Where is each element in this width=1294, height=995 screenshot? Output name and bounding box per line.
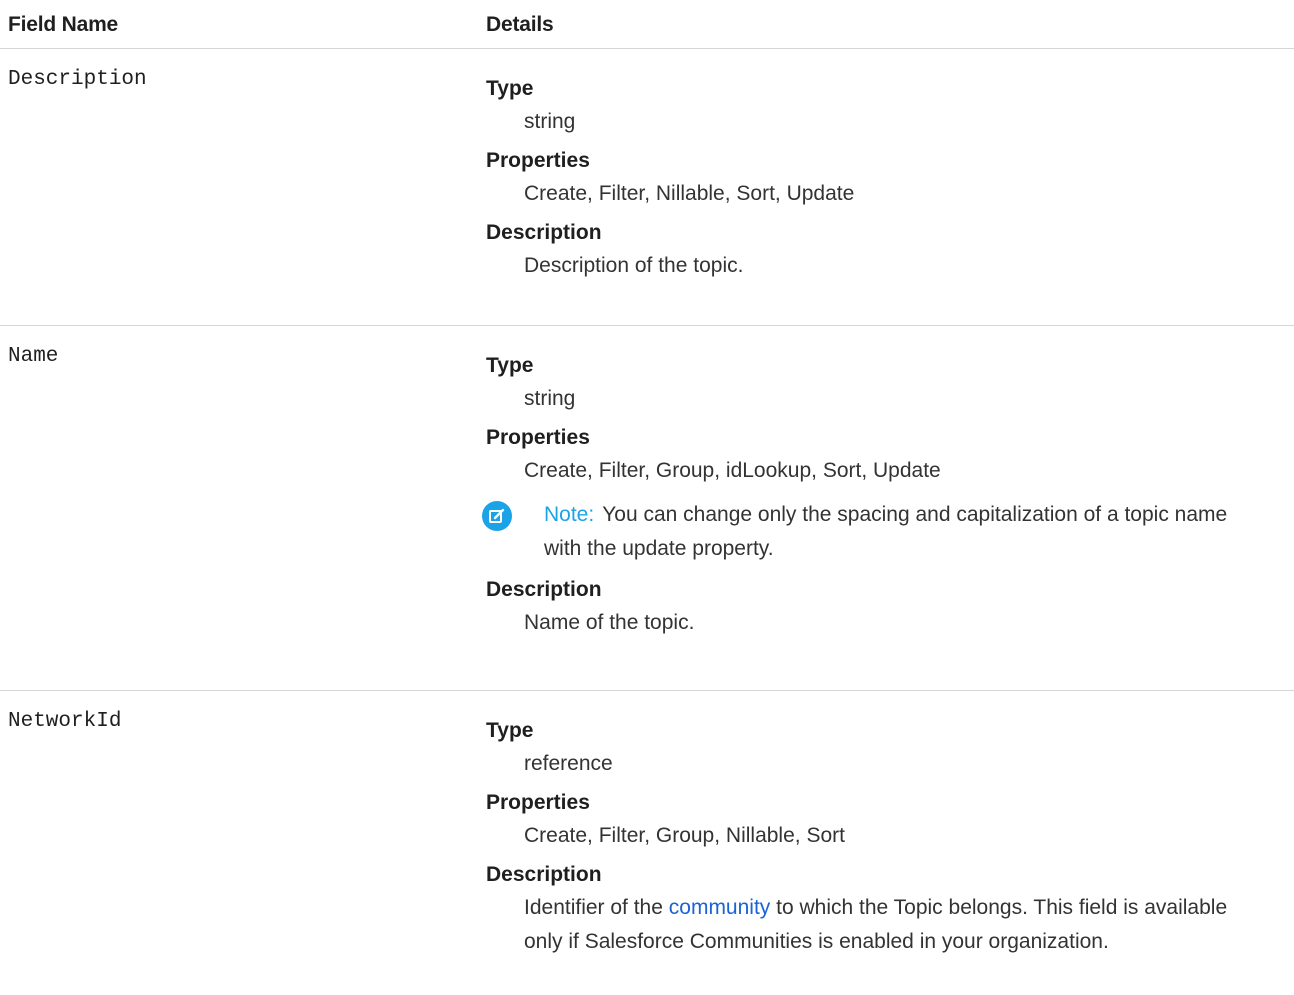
properties-value: Create, Filter, Group, Nillable, Sort <box>524 824 845 847</box>
properties-label: Properties <box>486 149 590 172</box>
note-label: Note: <box>544 503 595 526</box>
details-cell: Type reference Properties Create, Filter… <box>486 719 1266 969</box>
table-row: NetworkId Type reference Properties Crea… <box>0 691 1294 995</box>
community-link[interactable]: community <box>669 896 771 919</box>
table-header: Field Name Details <box>0 0 1294 49</box>
type-value: string <box>524 110 576 133</box>
type-label: Type <box>486 719 534 742</box>
table-row: Description Type string Properties Creat… <box>0 49 1294 326</box>
note-text: You can change only the spacing and capi… <box>544 503 1228 560</box>
field-name-cell: NetworkId <box>8 710 122 733</box>
description-label: Description <box>486 863 602 886</box>
field-name-cell: Description <box>8 68 147 91</box>
column-header-field-name: Field Name <box>8 13 119 36</box>
description-value: Name of the topic. <box>524 611 695 634</box>
properties-value: Create, Filter, Group, idLookup, Sort, U… <box>524 459 941 482</box>
edit-note-icon <box>482 501 512 531</box>
details-cell: Type string Properties Create, Filter, N… <box>486 77 1266 293</box>
column-header-details: Details <box>486 13 554 36</box>
type-label: Type <box>486 354 534 377</box>
type-label: Type <box>486 77 534 100</box>
table-row: Name Type string Properties Create, Filt… <box>0 326 1294 691</box>
description-label: Description <box>486 578 602 601</box>
type-value: reference <box>524 752 613 775</box>
details-cell: Type string Properties Create, Filter, G… <box>482 354 1266 650</box>
description-label: Description <box>486 221 602 244</box>
properties-value: Create, Filter, Nillable, Sort, Update <box>524 182 855 205</box>
type-value: string <box>524 387 576 410</box>
description-prefix: Identifier of the <box>524 896 669 919</box>
properties-label: Properties <box>486 426 590 449</box>
description-value: Description of the topic. <box>524 254 744 277</box>
description-value: Identifier of the community to which the… <box>524 891 1266 959</box>
field-table: Field Name Details Description Type stri… <box>0 0 1294 995</box>
field-name-cell: Name <box>8 345 59 368</box>
note-callout: Note: You can change only the spacing and… <box>482 498 1266 566</box>
properties-label: Properties <box>486 791 590 814</box>
